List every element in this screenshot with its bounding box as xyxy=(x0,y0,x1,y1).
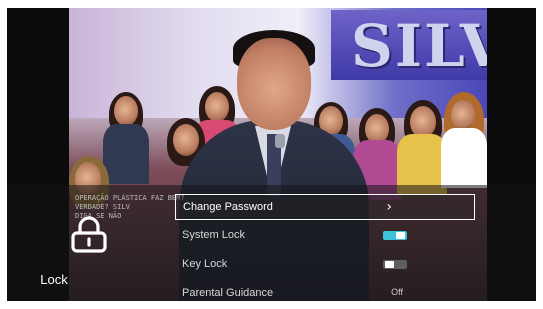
menu-item-change-password[interactable]: Change Password › xyxy=(175,194,475,220)
menu-item-label: Parental Guidance xyxy=(182,287,274,299)
show-sign-text: SILV xyxy=(351,12,487,80)
menu-item-parental-guidance[interactable]: Parental Guidance Off xyxy=(175,281,475,301)
parental-guidance-value: Off xyxy=(391,287,403,297)
chevron-right-icon: › xyxy=(386,199,392,215)
show-sign: SILV xyxy=(331,10,487,80)
menu-item-label: Change Password xyxy=(183,201,273,213)
menu-item-label: Key Lock xyxy=(182,258,228,270)
lock-category-label: Lock xyxy=(40,272,68,287)
tv-screen: SILV OPERAÇÃO PLÁSTICA FAZ BEM? VERDADE?… xyxy=(7,8,536,301)
padlock-icon xyxy=(71,216,107,253)
menu-item-key-lock[interactable]: Key Lock xyxy=(175,252,475,278)
microphone xyxy=(275,134,285,148)
host-head xyxy=(237,38,311,130)
menu-item-system-lock[interactable]: System Lock xyxy=(175,223,475,249)
system-lock-toggle[interactable] xyxy=(383,231,407,240)
menu-item-label: System Lock xyxy=(182,229,245,241)
key-lock-toggle[interactable] xyxy=(383,260,407,269)
lock-settings-menu: Change Password › System Lock Key Lock P… xyxy=(175,194,475,301)
